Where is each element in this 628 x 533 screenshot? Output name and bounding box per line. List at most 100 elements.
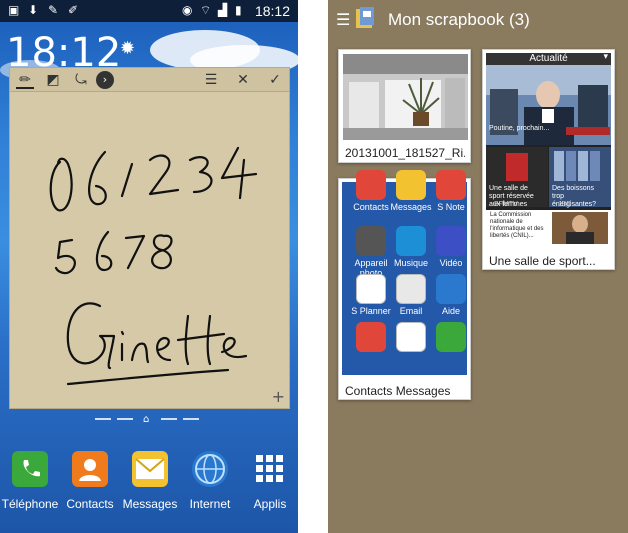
internet-icon (192, 451, 228, 487)
grid-app[interactable]: Aide (428, 274, 474, 324)
handwriting-digit (120, 162, 134, 198)
handwriting-signature (130, 342, 150, 364)
email-icon (396, 274, 426, 304)
news-headline: La Commission nationale de l'informatiqu… (490, 212, 544, 239)
help-icon (436, 274, 466, 304)
signal-icon: ▟ (218, 3, 228, 17)
photo-thumbnail (343, 54, 468, 140)
scrapbook-card-photo[interactable]: 20131001_181527_Ri... (338, 49, 471, 163)
music-icon (396, 226, 426, 256)
handwriting-digit (148, 154, 180, 196)
drawer-menu-icon[interactable]: ☰ (336, 10, 350, 29)
contacts-icon (356, 170, 386, 200)
grid-app-label: S Note (437, 202, 465, 212)
handwriting-signature (66, 368, 230, 386)
handwriting-digit (220, 146, 258, 200)
lasso-icon[interactable]: ⤿ (72, 71, 90, 89)
news-headline: Poutine, prochain... (489, 125, 550, 132)
notification-box-icon: ▣ (8, 3, 20, 17)
apps-grid-icon (252, 451, 288, 487)
news-header: Actualité (486, 53, 611, 65)
grid-app-label: Vidéo (439, 258, 463, 268)
download-icon: ⬇ (28, 3, 39, 17)
messages-icon (396, 322, 426, 352)
contacts-icon (356, 322, 386, 352)
dock-label: Internet (189, 497, 231, 511)
handwriting-signature (156, 336, 172, 362)
handwriting-signature (120, 330, 125, 362)
handwriting-digit (88, 150, 107, 206)
page-dot (117, 418, 133, 420)
action-memo[interactable]: ✏ ◩ ⤿ › ☰ ✕ ✓ + (9, 67, 290, 409)
dock-app-applis[interactable]: Applis (240, 448, 298, 528)
maps-icon (436, 322, 466, 352)
s-planner-icon (356, 274, 386, 304)
handwriting-canvas[interactable] (10, 92, 291, 409)
eraser-tool-icon[interactable]: ◩ (44, 71, 62, 89)
status-bar: ▣ ⬇ ✎ ✐ ◉ ⌔ ▟ ▮ 18:12 (0, 0, 298, 22)
list-icon[interactable]: ☰ (202, 71, 220, 89)
dock-label: Téléphone (1, 497, 59, 511)
handwriting-signature (176, 314, 226, 366)
news-screenshot: Actualité Poutine, prochain... Une salle… (486, 53, 611, 246)
video-icon (436, 226, 466, 256)
home-screen: ▣ ⬇ ✎ ✐ ◉ ⌔ ▟ ▮ 18:12 18:12 ✹ ✏ ◩ ⤿ › ☰ … (0, 0, 298, 533)
pen-tool-icon[interactable]: ✏ (16, 71, 34, 89)
memo-toolbar: ✏ ◩ ⤿ › ☰ ✕ ✓ (10, 68, 289, 92)
dock-label: Contacts (66, 497, 114, 511)
page-dot (183, 418, 199, 420)
close-icon[interactable]: ✕ (234, 71, 252, 89)
news-photo-main (486, 65, 611, 145)
status-time: 18:12 (254, 3, 290, 19)
scrapbook-card-news[interactable]: Actualité Poutine, prochain... Une salle… (482, 49, 615, 270)
handwriting-signature (220, 336, 248, 359)
wifi-icon: ⌔ (200, 3, 212, 17)
dock-label: Messages (122, 497, 178, 511)
news-source: JDD (558, 201, 572, 208)
scrapbook-screen: ☰ Mon scrapbook (3) 20131001_181527_Ri..… (328, 0, 628, 533)
handwriting-digit (188, 156, 213, 194)
page-dot (95, 418, 111, 420)
note-icon: ✎ (48, 3, 59, 17)
handwriting-digit (95, 230, 113, 272)
app-dock: Téléphone Contacts Messages Internet App… (0, 448, 298, 533)
grid-app[interactable] (428, 322, 474, 372)
scrapbook-app-icon (354, 6, 376, 30)
dock-app-phone[interactable]: Téléphone (0, 448, 60, 528)
dock-app-messages[interactable]: Messages (120, 448, 180, 528)
news-source: BFMTV (494, 201, 518, 208)
chevron-down-icon[interactable]: ▾ (603, 52, 608, 62)
scrapbook-card-apps[interactable]: Contacts Messages S Note Appareil photo Musi… (338, 170, 471, 400)
page-title: Mon scrapbook (3) (388, 10, 530, 29)
phone-icon (12, 451, 48, 487)
s-note-icon (436, 170, 466, 200)
handwriting-digit (151, 234, 173, 270)
dock-app-internet[interactable]: Internet (180, 448, 240, 528)
pen-icon: ✐ (68, 3, 79, 17)
home-page-icon: ⌂ (143, 414, 150, 425)
handwriting-signature (66, 302, 116, 370)
apps-caption: Contacts Messages (345, 384, 451, 398)
camera-icon (356, 226, 386, 256)
grid-app-label: Aide (441, 306, 460, 316)
confirm-check-icon[interactable]: ✓ (266, 71, 284, 89)
messages-icon (132, 451, 168, 487)
action-arrow-icon[interactable]: › (96, 71, 114, 89)
photo-caption: 20131001_181527_Ri... (345, 146, 465, 160)
eye-icon: ◉ (182, 3, 193, 17)
battery-icon: ▮ (235, 3, 242, 17)
messages-icon (396, 170, 426, 200)
apps-grid: Contacts Messages S Note Appareil photo Musi… (342, 170, 467, 375)
grid-app[interactable]: Vidéo (428, 226, 474, 276)
grid-app[interactable]: S Note (428, 170, 474, 220)
page-dot (161, 418, 177, 420)
scrapbook-header: ☰ Mon scrapbook (3) (328, 0, 628, 38)
weather-sun-icon: ✹ (120, 38, 136, 59)
page-indicator: ⌂ (95, 414, 205, 425)
dock-label: Applis (253, 497, 287, 511)
news-photo-small (552, 212, 608, 244)
handwriting-digit (54, 238, 76, 275)
add-icon[interactable]: + (272, 387, 285, 406)
dock-app-contacts[interactable]: Contacts (60, 448, 120, 528)
handwriting-digit (49, 157, 73, 212)
